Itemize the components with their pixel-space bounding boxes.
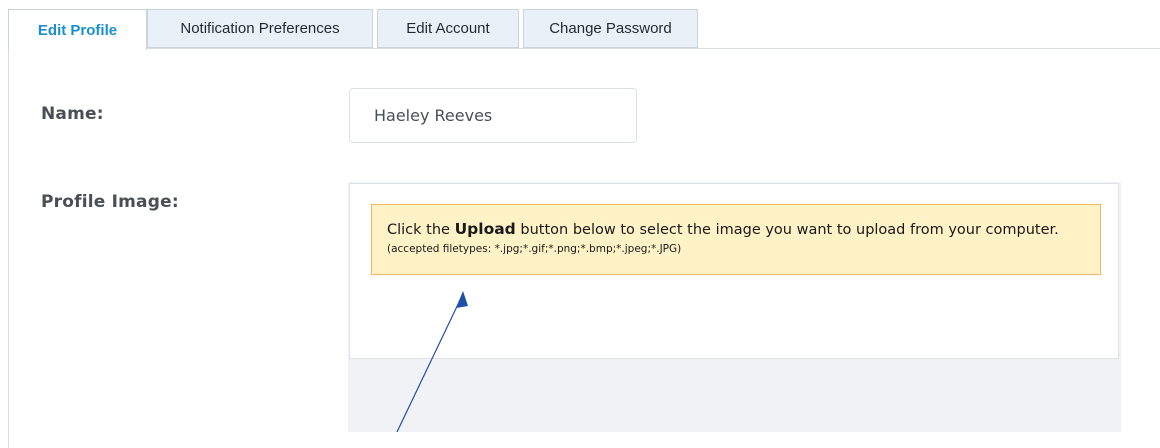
instruction-prefix: Click the: [387, 222, 450, 238]
tab-bar: Edit Profile Notification Preferences Ed…: [8, 0, 1160, 50]
name-input[interactable]: [349, 88, 637, 143]
tab-edit-profile[interactable]: Edit Profile: [8, 9, 147, 50]
instruction-suffix: button below to select the image you wan…: [520, 222, 1059, 238]
tab-edit-account[interactable]: Edit Account: [377, 9, 519, 48]
profile-image-upload-area: Click the Upload button below to select …: [348, 182, 1121, 432]
instruction-upload-word: Upload: [454, 220, 516, 238]
name-label: Name:: [41, 104, 104, 124]
upload-instructions-notice: Click the Upload button below to select …: [371, 204, 1101, 275]
profile-image-label: Profile Image:: [41, 192, 179, 212]
upload-drop-box[interactable]: Click the Upload button below to select …: [349, 183, 1119, 359]
tab-change-password[interactable]: Change Password: [523, 9, 698, 48]
accepted-filetypes: (accepted filetypes: *.jpg;*.gif;*.png;*…: [387, 243, 682, 255]
upload-instruction-text: Click the Upload button below to select …: [387, 220, 1086, 238]
tab-notification-preferences[interactable]: Notification Preferences: [147, 9, 373, 48]
